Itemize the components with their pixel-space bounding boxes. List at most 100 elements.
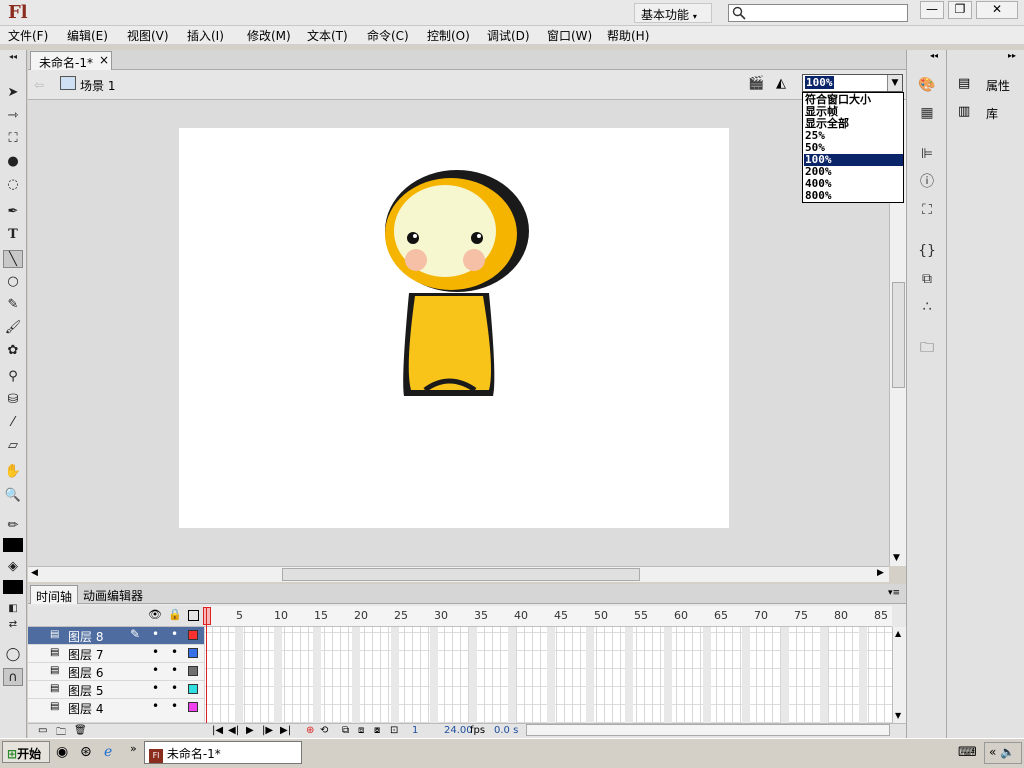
outline-icon[interactable] bbox=[188, 610, 199, 621]
eyedropper-tool-icon[interactable]: ⁄ bbox=[3, 414, 23, 432]
layer-outline-color[interactable] bbox=[188, 648, 198, 658]
stage-horizontal-scrollbar[interactable]: ◀ ▶ bbox=[28, 566, 889, 582]
oval-tool-icon[interactable]: ○ bbox=[3, 273, 23, 291]
close-button[interactable]: ✕ bbox=[976, 1, 1018, 19]
stroke-color-swatch[interactable] bbox=[3, 538, 23, 552]
lock-dot[interactable]: • bbox=[171, 627, 178, 641]
center-frame-icon[interactable]: ⊕ bbox=[306, 725, 314, 736]
tab-timeline[interactable]: 时间轴 bbox=[30, 585, 79, 604]
close-icon[interactable]: × bbox=[99, 53, 109, 67]
minimize-button[interactable]: — bbox=[920, 1, 944, 19]
loop-icon[interactable]: ⟲ bbox=[320, 725, 328, 736]
tab-motion-editor[interactable]: 动画编辑器 bbox=[78, 585, 148, 604]
swatches-panel-icon[interactable]: ▦ bbox=[916, 103, 938, 123]
collapse-icon[interactable]: ◂◂ bbox=[930, 51, 938, 60]
menu-edit[interactable]: 编辑(E) bbox=[67, 27, 108, 44]
deco-tool-icon[interactable]: ✿ bbox=[3, 342, 23, 360]
scroll-up-icon[interactable]: ▲ bbox=[895, 629, 901, 638]
timeline-vertical-scrollbar[interactable]: ▲ ▼ bbox=[892, 627, 906, 723]
collapse-icon[interactable]: ▸▸ bbox=[1008, 51, 1016, 60]
edit-multiple-icon[interactable]: ⧇ bbox=[374, 725, 380, 736]
last-frame-icon[interactable]: ▶| bbox=[280, 725, 291, 736]
lock-dot[interactable]: • bbox=[171, 681, 178, 695]
menu-insert[interactable]: 插入(I) bbox=[187, 27, 224, 44]
actions-panel-icon[interactable]: {} bbox=[916, 241, 938, 261]
chevron-down-icon[interactable]: ▼ bbox=[887, 75, 902, 91]
timeline-horizontal-scrollbar[interactable] bbox=[526, 724, 890, 736]
browser-icon[interactable]: ⊛ bbox=[80, 744, 92, 760]
ie-icon[interactable]: ℯ bbox=[104, 744, 112, 760]
current-frame[interactable]: 1 bbox=[412, 725, 418, 736]
menu-modify[interactable]: 修改(M) bbox=[247, 27, 291, 44]
layer-row[interactable]: ▤ 图层 6 • • bbox=[28, 663, 204, 681]
layer-row[interactable]: ▤ 图层 4 • • bbox=[28, 699, 204, 723]
layer-row[interactable]: ▤ 图层 7 • • bbox=[28, 645, 204, 663]
menu-help[interactable]: 帮助(H) bbox=[607, 27, 649, 44]
snap-magnet-icon[interactable]: ∩ bbox=[3, 668, 23, 686]
visibility-dot[interactable]: • bbox=[152, 645, 159, 659]
volume-icon[interactable]: 🔈 bbox=[1000, 745, 1015, 759]
scroll-down-icon[interactable]: ▼ bbox=[895, 711, 901, 720]
3d-rotation-tool-icon[interactable]: ● bbox=[3, 153, 23, 171]
bone-tool-icon[interactable]: ⚲ bbox=[3, 368, 23, 386]
components-panel-icon[interactable]: ⧉ bbox=[916, 269, 938, 289]
help-search-input[interactable] bbox=[728, 4, 908, 22]
taskbar-window-button[interactable]: Fl 未命名-1* bbox=[144, 741, 302, 764]
menu-debug[interactable]: 调试(D) bbox=[487, 27, 530, 44]
restore-button[interactable]: ❐ bbox=[948, 1, 972, 19]
horizontal-scroll-thumb[interactable] bbox=[282, 568, 640, 581]
visibility-dot[interactable]: • bbox=[152, 699, 159, 713]
scroll-left-icon[interactable]: ◀ bbox=[31, 568, 38, 578]
eraser-tool-icon[interactable]: ▱ bbox=[3, 437, 23, 455]
transform-panel-icon[interactable]: ⛶ bbox=[916, 200, 938, 220]
text-tool-icon[interactable]: T bbox=[3, 226, 23, 244]
project-panel-icon[interactable]: 🗀 bbox=[916, 338, 938, 358]
eye-icon[interactable]: 👁 bbox=[148, 608, 162, 621]
visibility-dot[interactable]: • bbox=[152, 663, 159, 677]
scroll-down-icon[interactable]: ▼ bbox=[893, 553, 900, 563]
keyboard-icon[interactable]: ⌨ bbox=[958, 745, 977, 760]
first-frame-icon[interactable]: |◀ bbox=[212, 725, 223, 736]
pen-tool-icon[interactable]: ✒ bbox=[3, 203, 23, 221]
align-panel-icon[interactable]: ⊫ bbox=[916, 144, 938, 164]
document-tab[interactable]: 未命名-1* × bbox=[30, 51, 112, 70]
quicklaunch-more-icon[interactable]: » bbox=[130, 742, 137, 755]
lasso-tool-icon[interactable]: ◌ bbox=[3, 176, 23, 194]
fill-color-icon[interactable]: ◈ bbox=[3, 558, 23, 576]
vertical-scroll-thumb[interactable] bbox=[892, 282, 905, 388]
new-layer-icon[interactable]: ▭ bbox=[38, 725, 47, 736]
info-panel-icon[interactable]: ⓘ bbox=[916, 172, 938, 192]
line-tool-icon[interactable]: ╲ bbox=[3, 250, 23, 268]
subselection-tool-icon[interactable]: ⇾ bbox=[3, 107, 23, 125]
hand-tool-icon[interactable]: ✋ bbox=[3, 463, 23, 481]
lock-dot[interactable]: • bbox=[171, 699, 178, 713]
free-transform-tool-icon[interactable]: ⛶ bbox=[3, 130, 23, 148]
layer-outline-color[interactable] bbox=[188, 630, 198, 640]
frame-rate[interactable]: 24.00 bbox=[444, 725, 473, 736]
object-drawing-icon[interactable]: ◯ bbox=[3, 646, 23, 664]
layer-row[interactable]: ▤ 图层 5 • • bbox=[28, 681, 204, 699]
lock-dot[interactable]: • bbox=[171, 645, 178, 659]
onion-markers-icon[interactable]: ⊡ bbox=[390, 725, 398, 736]
lock-icon[interactable]: 🔒 bbox=[168, 608, 182, 621]
collapse-icon[interactable]: ◂◂ bbox=[3, 52, 23, 62]
onion-skin-icon[interactable]: ⧉ bbox=[342, 725, 349, 736]
zoom-tool-icon[interactable]: 🔍 bbox=[3, 487, 23, 505]
back-arrow-icon[interactable]: ⇦ bbox=[34, 78, 44, 92]
edit-symbols-icon[interactable]: ◭ bbox=[776, 76, 798, 92]
zoom-select[interactable]: 100% ▼ bbox=[802, 74, 903, 92]
play-icon[interactable]: ▶ bbox=[246, 725, 254, 736]
layer-row[interactable]: ▤ 图层 8 ✎ • • bbox=[28, 627, 204, 645]
panel-menu-icon[interactable]: ▾≡ bbox=[888, 588, 900, 598]
step-forward-icon[interactable]: |▶ bbox=[262, 725, 273, 736]
pencil-tool-icon[interactable]: ✎ bbox=[3, 296, 23, 314]
system-tray[interactable]: « 🔈 bbox=[984, 742, 1022, 764]
layer-outline-color[interactable] bbox=[188, 666, 198, 676]
scene-breadcrumb[interactable]: 场景 1 bbox=[80, 77, 115, 94]
motion-presets-icon[interactable]: ∴ bbox=[916, 297, 938, 317]
library-tab[interactable]: 库 bbox=[986, 105, 998, 122]
menu-file[interactable]: 文件(F) bbox=[8, 27, 48, 44]
playhead-handle[interactable] bbox=[203, 607, 211, 625]
frame-grid[interactable] bbox=[204, 627, 892, 723]
selection-tool-icon[interactable]: ➤ bbox=[3, 84, 23, 102]
